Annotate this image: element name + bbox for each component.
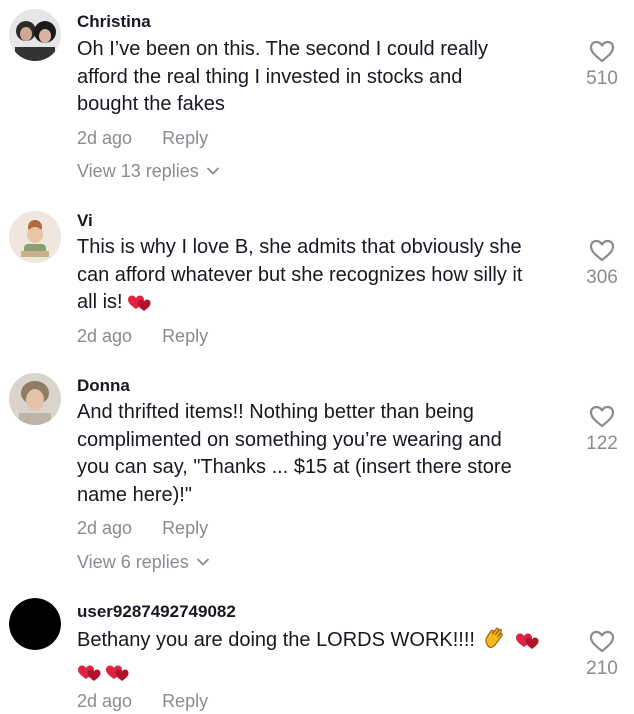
avatar[interactable] (9, 373, 61, 425)
two-hearts-icon (515, 630, 541, 659)
reply-button[interactable]: Reply (162, 518, 208, 538)
like-button[interactable]: 210 (580, 630, 624, 680)
heart-outline-icon (589, 40, 615, 63)
reply-button[interactable]: Reply (162, 691, 208, 711)
reply-button[interactable]: Reply (162, 128, 208, 148)
clapping-hands-icon (483, 626, 507, 659)
comment-text: Bethany you are doing the LORDS WORK!!!! (77, 626, 567, 690)
heart-outline-icon (589, 405, 615, 428)
avatar[interactable] (9, 9, 61, 61)
like-button[interactable]: 122 (580, 405, 624, 455)
comment-username[interactable]: Donna (77, 376, 130, 396)
like-count: 210 (586, 658, 618, 679)
comment-text: This is why I love B, she admits that ob… (77, 234, 567, 321)
view-replies-button[interactable]: View 6 replies (77, 551, 209, 573)
comment-meta: 2d ago Reply (77, 690, 208, 712)
comment-meta: 2d ago Reply (77, 127, 208, 149)
like-button[interactable]: 306 (580, 239, 624, 289)
two-hearts-icon (105, 662, 131, 691)
comment-timestamp: 2d ago (77, 691, 133, 711)
comment-username[interactable]: user9287492749082 (77, 602, 236, 622)
heart-outline-icon (589, 630, 615, 653)
heart-outline-icon (589, 239, 615, 262)
comment-timestamp: 2d ago (77, 326, 133, 346)
chevron-down-icon (206, 167, 219, 175)
comment-username[interactable]: Christina (77, 12, 151, 32)
comment-username[interactable]: Vi (77, 211, 93, 231)
comment-meta: 2d ago Reply (77, 517, 208, 539)
comment-text: Oh I’ve been on this. The second I could… (77, 38, 488, 115)
avatar[interactable] (9, 211, 61, 263)
like-button[interactable]: 510 (580, 40, 624, 90)
comment-meta: 2d ago Reply (77, 325, 208, 347)
two-hearts-icon (77, 662, 103, 691)
view-replies-button[interactable]: View 13 replies (77, 160, 219, 182)
avatar[interactable] (9, 598, 61, 650)
chevron-down-icon (196, 558, 209, 566)
like-count: 510 (586, 68, 618, 89)
comment-text: And thrifted items!! Nothing better than… (77, 401, 512, 506)
like-count: 306 (586, 267, 618, 288)
comment-timestamp: 2d ago (77, 518, 133, 538)
reply-button[interactable]: Reply (162, 326, 208, 346)
comment-timestamp: 2d ago (77, 128, 133, 148)
two-hearts-icon (127, 292, 153, 321)
like-count: 122 (586, 433, 618, 454)
